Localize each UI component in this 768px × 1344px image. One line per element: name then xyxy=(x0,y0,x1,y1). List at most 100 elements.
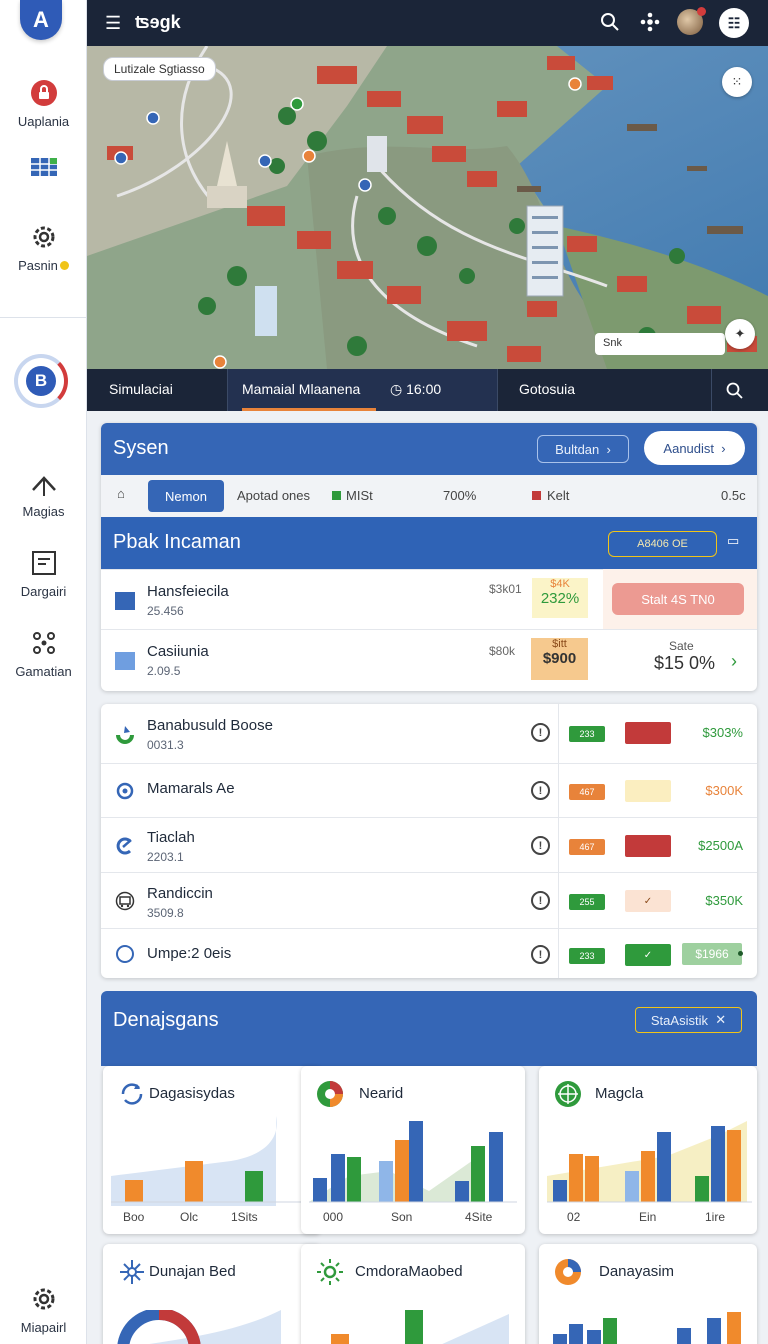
red-legend-icon xyxy=(532,491,541,500)
list-item[interactable]: Umpe:2 0eis ! 233 ✓ $1966 xyxy=(101,929,757,978)
leaf-icon xyxy=(116,837,132,855)
map-view[interactable]: Lutizale Sgtiasso ⁙ Snk ✦ xyxy=(87,46,768,369)
document-icon xyxy=(31,551,56,575)
peak-header: Pbak Incaman A8406 OE ▭ xyxy=(101,517,757,569)
filter-value: 0.5c xyxy=(721,488,746,503)
mini-chart xyxy=(553,1312,741,1344)
sparkle-icon xyxy=(120,1260,144,1284)
home-icon[interactable]: ⌂ xyxy=(117,486,125,501)
app-title: ʦɘgk xyxy=(135,12,181,32)
rail-item-miapairl[interactable]: Miapairl xyxy=(0,1284,87,1335)
info-icon[interactable]: ! xyxy=(531,836,550,855)
info-icon[interactable]: ! xyxy=(531,723,550,742)
side-label: Sate xyxy=(669,639,694,653)
tab-simulaciai[interactable]: Simulaciai xyxy=(109,381,173,397)
compass-icon[interactable]: ✦ xyxy=(725,319,755,349)
tab-mamaial[interactable]: Mamaial Mlaanena xyxy=(242,381,360,397)
chevron-right-icon[interactable]: › xyxy=(731,651,737,672)
network-icon xyxy=(32,632,55,654)
gamepad-icon[interactable] xyxy=(639,11,661,33)
globe-icon xyxy=(555,1081,581,1107)
filter-mist[interactable]: MISt xyxy=(346,488,373,503)
circle-icon xyxy=(116,945,134,963)
bus-icon xyxy=(115,891,135,911)
value-chip: $itt $900 xyxy=(531,638,588,680)
rail-badge[interactable]: B xyxy=(14,354,68,408)
dashboard-card[interactable]: CmdoraMaobed xyxy=(301,1244,525,1344)
list-menu-icon[interactable]: ☷ xyxy=(719,8,749,38)
notification-dot-icon xyxy=(697,7,706,16)
leaf-icon xyxy=(116,726,134,744)
grid-icon xyxy=(30,158,57,176)
app-logo-icon[interactable]: A xyxy=(20,0,62,40)
tab-bar: Simulaciai Mamaial Mlaanena ◷ 16:00 Goto… xyxy=(87,369,768,411)
rail-label: Pasnin xyxy=(18,258,58,273)
info-icon[interactable]: ! xyxy=(531,891,550,910)
section-title: Denajsgans xyxy=(113,1009,219,1031)
stats-tag[interactable]: StaAsistik ✕ xyxy=(635,1007,742,1033)
tab-indicator xyxy=(242,408,376,411)
list-item[interactable]: Banabusuld Boose 0031.3 ! 233 $303% xyxy=(101,704,757,764)
filter-bar: ⌂ Nemon Apotad ones MISt 700% Kelt 0.5c xyxy=(101,475,757,517)
info-icon[interactable]: ! xyxy=(531,781,550,800)
bultdan-button[interactable]: Bultdan › xyxy=(537,435,629,463)
filter-nemon-button[interactable]: Nemon xyxy=(148,480,224,512)
list-item[interactable]: Randiccin 3509.8 ! 255 ✓ $350K xyxy=(101,873,757,929)
gear-icon xyxy=(33,226,54,248)
rail-item-grid[interactable] xyxy=(0,152,87,188)
pie-icon xyxy=(555,1259,581,1285)
pie-icon xyxy=(317,1081,343,1107)
info-icon[interactable]: ! xyxy=(531,945,550,964)
notification-dot-icon xyxy=(59,261,69,270)
rail-item-gamatian[interactable]: Gamatian xyxy=(0,628,87,679)
mini-chart xyxy=(309,1121,517,1203)
section-title: Sysen xyxy=(113,437,169,459)
upload-icon xyxy=(31,476,56,496)
dot-icon xyxy=(738,951,743,956)
system-card: Sysen Bultdan › Aanudist › ⌂ Nemon Apota… xyxy=(101,423,757,691)
filter-apotad[interactable]: Apotad ones xyxy=(237,488,310,503)
list-item[interactable]: Tiaclah 2203.1 ! 467 $2500A xyxy=(101,818,757,873)
rail-item-dargairi[interactable]: Dargairi xyxy=(0,548,87,599)
filter-kelt[interactable]: Kelt xyxy=(547,488,569,503)
filter-percent: 700% xyxy=(443,488,477,503)
section-title: Pbak Incaman xyxy=(113,531,241,553)
city-map-illustration xyxy=(87,46,768,369)
top-bar: ☰ ʦɘgk ☷ xyxy=(87,0,768,46)
mini-chart xyxy=(547,1121,752,1203)
rail-label: Uaplania xyxy=(17,114,70,129)
dashboard-card[interactable]: Nearid 000 Son 4Site xyxy=(301,1066,525,1234)
tab-gotosuia[interactable]: Gotosuia xyxy=(519,381,575,397)
dashboard-card[interactable]: Dagasisydas Boo Olc 1Sits xyxy=(103,1066,321,1234)
lock-icon xyxy=(30,80,57,106)
dashboard-card[interactable]: Dunajan Bed xyxy=(103,1244,321,1344)
search-icon[interactable] xyxy=(725,381,745,401)
list-card: Banabusuld Boose 0031.3 ! 233 $303% Mama… xyxy=(101,704,757,978)
row-color-icon xyxy=(115,652,135,670)
map-options-icon[interactable]: ⁙ xyxy=(722,67,752,97)
rail-item-magias[interactable]: Magias xyxy=(0,468,87,519)
green-legend-icon xyxy=(332,491,341,500)
value-chip: $1966 xyxy=(682,943,742,965)
peak-badge[interactable]: A8406 OE xyxy=(608,531,717,557)
toggle-icon[interactable]: ▭ xyxy=(727,533,739,549)
left-rail: A Uaplania Pasnin B Magias Dargairi Gama… xyxy=(0,0,87,1344)
map-search-field[interactable]: Snk xyxy=(595,333,725,355)
mini-chart xyxy=(117,1310,281,1344)
value-chip: $4K 232% xyxy=(532,578,588,618)
tab-time[interactable]: ◷ 16:00 xyxy=(390,381,441,398)
system-header: Sysen Bultdan › Aanudist › xyxy=(101,423,757,475)
rail-item-uaplania[interactable]: Uaplania xyxy=(0,78,87,129)
gear-icon xyxy=(33,1288,54,1310)
dashboard-card[interactable]: Magcla 02 Ein 1ire xyxy=(539,1066,757,1234)
dashboard-card[interactable]: Danayasim xyxy=(539,1244,757,1344)
rail-divider xyxy=(0,317,87,318)
rail-item-pasnin[interactable]: Pasnin xyxy=(0,222,87,273)
aanudist-button[interactable]: Aanudist › xyxy=(644,431,745,465)
target-icon xyxy=(116,782,134,800)
map-location-label[interactable]: Lutizale Sgtiasso xyxy=(103,57,216,81)
list-item[interactable]: Mamarals Ae ! 467 $300K xyxy=(101,764,757,818)
status-button[interactable]: Stalt 4S TN0 xyxy=(612,583,744,615)
search-icon[interactable] xyxy=(599,11,621,33)
hamburger-menu-icon[interactable]: ☰ xyxy=(105,13,121,34)
